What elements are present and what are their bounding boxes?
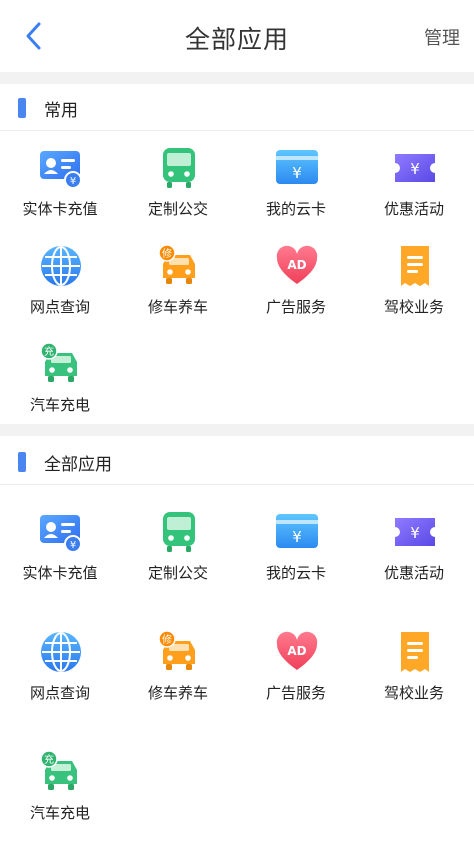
app-label: 驾校业务: [383, 684, 444, 702]
car-repair-icon: 修: [157, 244, 201, 288]
app-item[interactable]: ¥ 我的云卡: [237, 510, 355, 606]
car-repair-icon: 修: [157, 630, 201, 674]
app-item[interactable]: ¥ 我的云卡: [237, 146, 355, 242]
document-icon: [393, 244, 437, 288]
app-item[interactable]: ¥ 优惠活动: [355, 510, 473, 606]
section-title: 常用: [44, 101, 78, 121]
app-label: 广告服务: [265, 298, 326, 316]
svg-text:¥: ¥: [292, 164, 302, 182]
id-card-yuan-icon: ¥: [39, 146, 83, 190]
id-card-yuan-icon: ¥: [39, 510, 83, 554]
app-label: 网点查询: [29, 684, 90, 702]
app-item[interactable]: AD 广告服务: [237, 630, 355, 726]
section-title: 全部应用: [44, 455, 112, 475]
app-label: 驾校业务: [383, 298, 444, 316]
app-item[interactable]: 定制公交: [119, 510, 237, 606]
app-label: 实体卡充值: [22, 564, 98, 582]
coupon-ticket-icon: ¥: [393, 146, 437, 190]
app-item[interactable]: 驾校业务: [355, 244, 473, 340]
section-marker: [18, 452, 26, 472]
svg-text:AD: AD: [287, 258, 306, 272]
section-marker: [18, 98, 26, 118]
cloud-card-icon: ¥: [275, 146, 319, 190]
app-item[interactable]: ¥ 实体卡充值: [1, 510, 119, 606]
svg-text:¥: ¥: [410, 524, 420, 542]
app-label: 网点查询: [29, 298, 90, 316]
section-divider: [0, 72, 474, 84]
app-item[interactable]: 修修车养车: [119, 630, 237, 726]
car-charge-icon: 充: [39, 342, 83, 386]
bus-icon: [157, 510, 201, 554]
svg-text:修: 修: [162, 247, 172, 260]
svg-text:¥: ¥: [410, 160, 420, 178]
app-item[interactable]: 网点查询: [1, 244, 119, 340]
app-label: 广告服务: [265, 684, 326, 702]
app-label: 汽车充电: [29, 804, 90, 822]
app-label: 定制公交: [147, 564, 208, 582]
svg-text:充: 充: [44, 753, 54, 766]
app-label: 修车养车: [147, 684, 208, 702]
app-item[interactable]: 定制公交: [119, 146, 237, 242]
top-bar: 全部应用 管理: [0, 0, 474, 72]
app-item[interactable]: ¥ 实体卡充值: [1, 146, 119, 242]
app-item[interactable]: 修修车养车: [119, 244, 237, 340]
app-label: 我的云卡: [265, 200, 326, 218]
app-item[interactable]: AD 广告服务: [237, 244, 355, 340]
app-label: 优惠活动: [383, 200, 444, 218]
document-icon: [393, 630, 437, 674]
svg-text:¥: ¥: [292, 528, 302, 546]
app-label: 汽车充电: [29, 396, 90, 414]
cloud-card-icon: ¥: [275, 510, 319, 554]
app-label: 优惠活动: [383, 564, 444, 582]
globe-icon: [39, 244, 83, 288]
app-item[interactable]: ¥ 优惠活动: [355, 146, 473, 242]
app-label: 实体卡充值: [22, 200, 98, 218]
svg-text:充: 充: [44, 345, 54, 358]
manage-button[interactable]: 管理: [424, 24, 460, 50]
bus-icon: [157, 146, 201, 190]
app-label: 修车养车: [147, 298, 208, 316]
svg-text:修: 修: [162, 633, 172, 646]
page-title: 全部应用: [184, 25, 289, 54]
car-charge-icon: 充: [39, 750, 83, 794]
app-item[interactable]: 网点查询: [1, 630, 119, 726]
app-label: 定制公交: [147, 200, 208, 218]
app-item[interactable]: 充汽车充电: [1, 750, 119, 846]
section-divider: [0, 424, 474, 436]
globe-icon: [39, 630, 83, 674]
ad-heart-icon: AD: [275, 244, 319, 288]
svg-text:¥: ¥: [70, 176, 76, 187]
section-header-all: 全部应用: [0, 438, 474, 485]
svg-text:AD: AD: [287, 644, 306, 658]
app-item[interactable]: 驾校业务: [355, 630, 473, 726]
ad-heart-icon: AD: [275, 630, 319, 674]
coupon-ticket-icon: ¥: [393, 510, 437, 554]
app-label: 我的云卡: [265, 564, 326, 582]
svg-text:¥: ¥: [70, 540, 76, 551]
section-header-common: 常用: [0, 84, 474, 131]
